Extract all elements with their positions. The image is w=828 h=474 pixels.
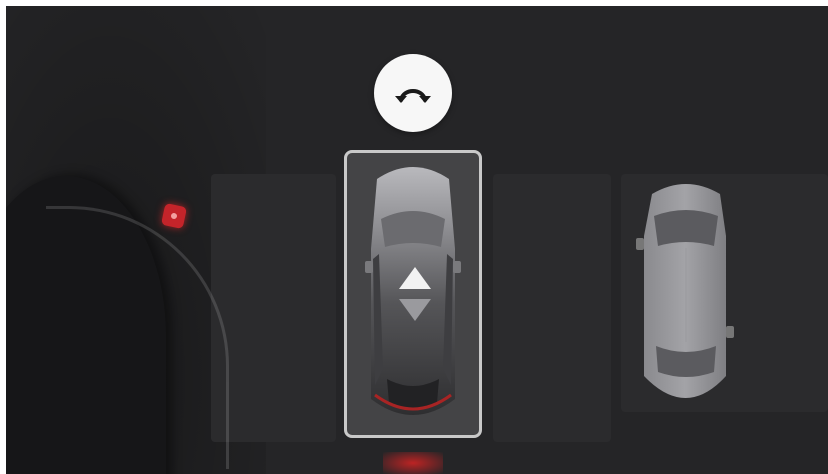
rotate-button[interactable] (374, 54, 452, 132)
parked-vehicle-icon (636, 184, 734, 398)
rear-warning-glow (383, 452, 443, 474)
parking-scene (6, 6, 828, 474)
parking-slot-middle (493, 174, 611, 442)
sensor-dot (170, 212, 178, 220)
parking-slot-left (211, 174, 336, 442)
proximity-sensor-icon (160, 202, 188, 230)
rotate-arrow-icon (395, 89, 431, 103)
selected-parking-slot[interactable] (344, 150, 482, 438)
up-down-arrows-icon[interactable] (395, 263, 435, 333)
